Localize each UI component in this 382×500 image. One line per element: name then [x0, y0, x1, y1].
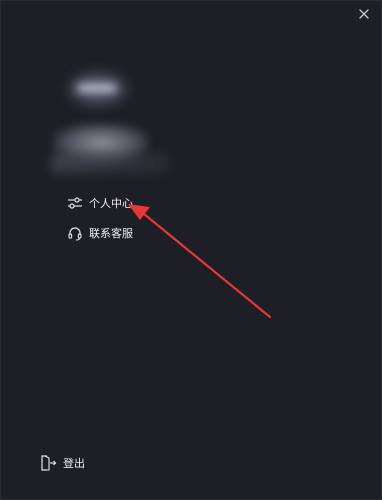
logout-label: 登出	[63, 457, 85, 470]
blurred-avatar	[63, 67, 133, 111]
close-icon	[359, 9, 369, 19]
menu-item-label: 联系客服	[89, 227, 133, 240]
logout-button[interactable]: 登出	[39, 453, 85, 473]
logout-icon	[39, 454, 57, 472]
headset-icon	[67, 225, 83, 241]
menu-item-label: 个人中心	[89, 197, 133, 210]
account-menu-panel: 个人中心 联系客服 登出	[0, 0, 382, 500]
close-button[interactable]	[357, 7, 371, 21]
menu-item-profile-center[interactable]: 个人中心	[67, 193, 133, 213]
menu-item-customer-service[interactable]: 联系客服	[67, 223, 133, 243]
blurred-account-info	[51, 153, 169, 173]
sliders-icon	[67, 195, 83, 211]
